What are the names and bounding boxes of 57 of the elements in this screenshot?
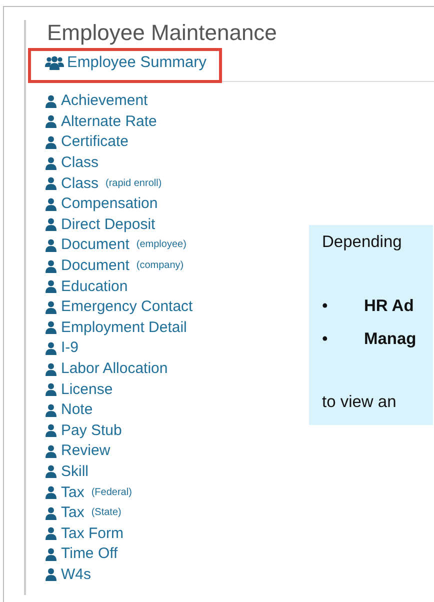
user-icon <box>45 486 57 500</box>
page-title: Employee Maintenance <box>47 20 278 46</box>
user-icon <box>45 404 57 417</box>
user-icon <box>45 548 57 561</box>
menu-item-link[interactable]: Tax (Federal) <box>45 484 132 502</box>
user-icon <box>45 238 57 252</box>
menu-item-link[interactable]: I-9 <box>45 339 79 358</box>
menu-item-link[interactable]: Education <box>45 278 128 296</box>
user-icon <box>45 362 57 376</box>
menu-item-link[interactable]: Direct Deposit <box>45 216 156 234</box>
user-icon <box>45 444 57 458</box>
menu-item-link[interactable]: W4s <box>45 566 91 584</box>
menu-item-link[interactable]: Emergency Contact <box>45 298 193 316</box>
user-icon <box>45 342 57 355</box>
menu-item-link[interactable]: Tax (State) <box>45 504 122 522</box>
user-icon <box>45 136 57 149</box>
bullet-marker: • <box>322 330 329 349</box>
menu-item-link[interactable]: Compensation <box>45 195 158 214</box>
menu-item-link[interactable]: Pay Stub <box>45 422 122 440</box>
user-icon <box>45 260 57 273</box>
menu-item-link[interactable]: Document (employee) <box>45 236 186 254</box>
employee-summary-link[interactable]: Employee Summary <box>45 54 207 72</box>
callout-text: to view an <box>322 393 398 412</box>
users-icon <box>45 56 64 70</box>
user-icon <box>45 300 57 314</box>
user-icon <box>45 568 57 582</box>
user-icon <box>45 177 57 190</box>
user-icon <box>45 506 57 520</box>
menu-item-link[interactable]: Achievement <box>45 92 148 110</box>
menu-item-link[interactable]: Certificate <box>45 133 129 152</box>
user-icon <box>45 321 57 334</box>
menu-item-link[interactable]: Review <box>45 442 110 460</box>
callout-text: Depending <box>322 233 403 252</box>
bullet-text: HR Ad <box>364 297 414 316</box>
menu-item-link[interactable]: Time Off <box>45 545 118 564</box>
menu-item-link[interactable]: Employment Detail <box>45 318 187 337</box>
bullet-text: Manag <box>364 330 416 349</box>
user-icon <box>45 198 57 211</box>
menu-item-link[interactable]: Note <box>45 401 93 420</box>
user-icon <box>45 94 57 108</box>
user-icon <box>45 527 57 540</box>
user-icon <box>45 218 57 232</box>
menu-item-link[interactable]: Class (rapid enroll) <box>45 174 162 193</box>
user-icon <box>45 115 57 128</box>
user-icon <box>45 383 57 396</box>
user-icon <box>45 465 57 478</box>
menu-item-link[interactable]: Tax Form <box>45 524 124 543</box>
menu-item-link[interactable]: Labor Allocation <box>45 360 168 378</box>
bullet-marker: • <box>322 297 329 316</box>
user-icon <box>45 424 57 438</box>
menu-item-link[interactable]: License <box>45 380 113 399</box>
user-icon <box>45 280 57 294</box>
user-icon <box>45 156 57 170</box>
menu-item-link[interactable]: Document (company) <box>45 257 184 276</box>
menu-item-link[interactable]: Class <box>45 154 99 172</box>
menu-item-link[interactable]: Skill <box>45 462 89 481</box>
menu-item-link[interactable]: Alternate Rate <box>45 112 157 131</box>
